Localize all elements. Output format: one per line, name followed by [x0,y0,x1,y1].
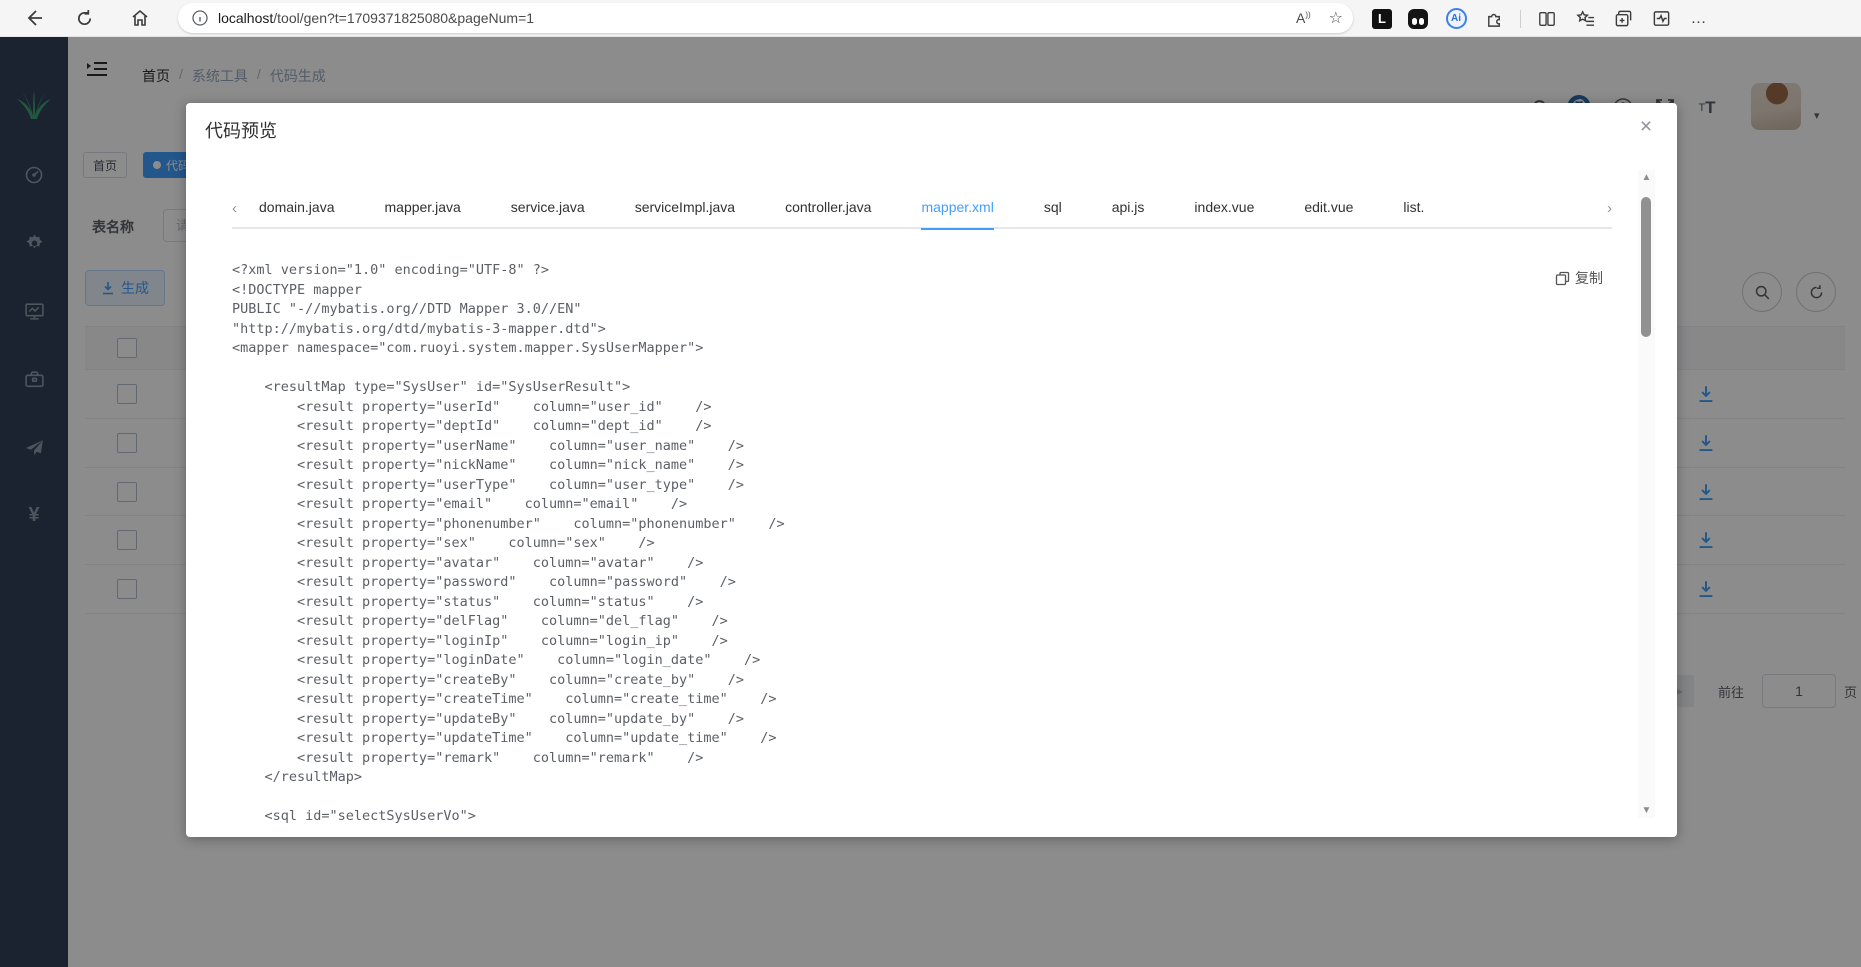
dialog-close-icon[interactable]: × [1632,113,1660,141]
url-text[interactable]: localhost/tool/gen?t=1709371825080&pageN… [218,10,534,26]
screen: localhost/tool/gen?t=1709371825080&pageN… [0,0,1861,967]
scroll-up-icon[interactable]: ▲ [1638,172,1655,183]
address-bar[interactable]: localhost/tool/gen?t=1709371825080&pageN… [178,3,1353,33]
favorite-star-icon[interactable]: ☆ [1329,8,1343,28]
tabs-scroll-left-icon[interactable]: ‹ [232,200,250,217]
split-screen-icon[interactable] [1535,7,1559,31]
tab-edit-vue[interactable]: edit.vue [1304,189,1353,228]
extension-l-icon[interactable]: L [1372,8,1392,29]
extension-dots-icon[interactable] [1408,8,1428,29]
tab-api-js[interactable]: api.js [1112,189,1145,228]
tab-list-[interactable]: list. [1403,189,1424,228]
browser-refresh-icon[interactable] [72,6,96,30]
collections-icon[interactable] [1611,7,1635,31]
tab-mapper-xml[interactable]: mapper.xml [921,189,995,230]
tab-service-java[interactable]: service.java [511,189,585,228]
extensions-puzzle-icon[interactable] [1482,7,1506,31]
code-block[interactable]: <?xml version="1.0" encoding="UTF-8" ?> … [232,261,1562,827]
extension-ai-icon[interactable]: Ai [1445,8,1467,29]
file-tabs: domain.java mapper.java service.java servic… [259,189,1424,230]
site-info-icon[interactable] [192,10,208,26]
browser-back-icon[interactable] [22,6,46,30]
tab-index-vue[interactable]: index.vue [1194,189,1254,228]
toolbar-divider [1520,9,1521,28]
favorites-hub-icon[interactable] [1573,7,1597,31]
tabs-scroll-right-icon[interactable]: › [1594,200,1612,217]
browser-settings-menu-icon[interactable]: … [1687,7,1711,31]
dialog-title: 代码预览 [205,121,277,141]
browser-essentials-icon[interactable] [1649,7,1673,31]
file-tab-bar: ‹ domain.java mapper.java service.java serv… [232,189,1612,230]
tab-controller-java[interactable]: controller.java [785,189,871,228]
tab-sql[interactable]: sql [1044,189,1062,228]
scroll-down-icon[interactable]: ▼ [1638,805,1655,816]
code-scrollbar[interactable]: ▲ ▼ [1638,170,1655,818]
tab-mapper-java[interactable]: mapper.java [385,189,461,228]
browser-toolbar: localhost/tool/gen?t=1709371825080&pageN… [0,0,1861,37]
copy-button[interactable]: 复制 [1555,268,1603,288]
tab-serviceImpl-java[interactable]: serviceImpl.java [635,189,735,228]
tab-domain-java[interactable]: domain.java [259,189,335,228]
scrollbar-thumb[interactable] [1641,197,1651,337]
code-preview-dialog: 代码预览 × ‹ domain.java mapper.java service.j… [186,103,1677,837]
read-aloud-icon[interactable]: A)) [1296,10,1311,26]
browser-home-icon[interactable] [128,6,152,30]
browser-extensions: L Ai … [1372,0,1711,37]
